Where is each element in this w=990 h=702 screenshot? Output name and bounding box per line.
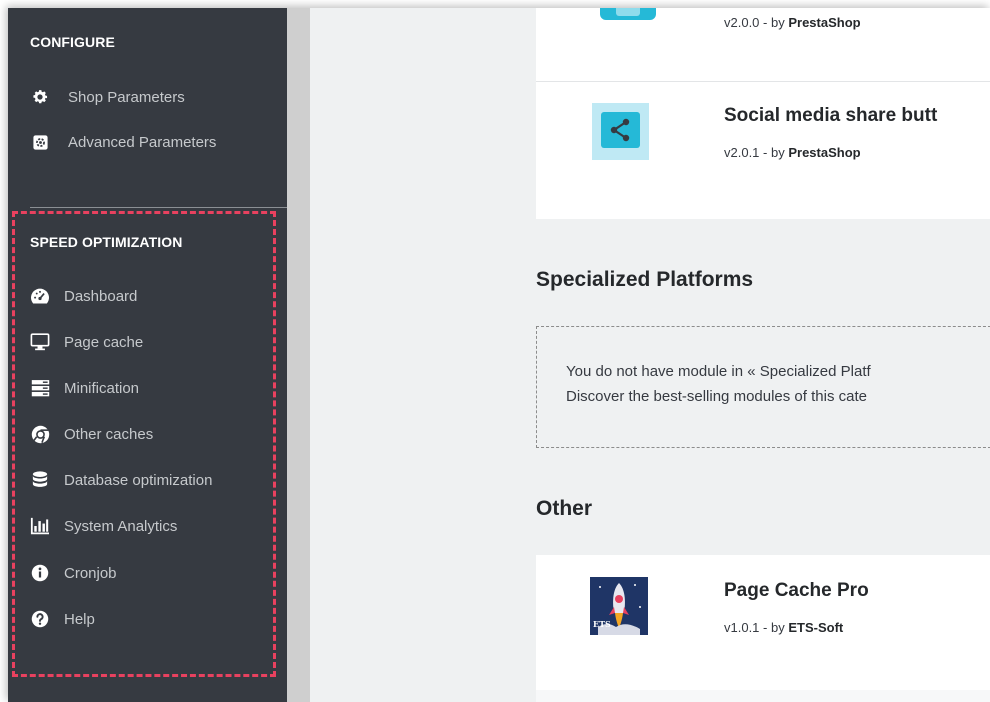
share-module-logo (592, 103, 649, 160)
share-icon (601, 112, 640, 148)
module-card (536, 690, 990, 702)
empty-state-box (536, 326, 990, 448)
module-title[interactable]: Social media share butt (724, 105, 937, 127)
section-heading-specialized-platforms: Specialized Platforms (536, 268, 754, 291)
empty-state-line: Discover the best-selling modules of thi… (566, 388, 867, 405)
sidebar-item-label: Shop Parameters (68, 88, 185, 106)
gear-icon (30, 87, 50, 107)
sidebar-item-label: Advanced Parameters (68, 133, 217, 151)
sidebar-item-advanced-parameters[interactable]: Advanced Parameters (30, 130, 216, 154)
module-author[interactable]: PrestaShop (788, 15, 860, 30)
empty-state-line: You do not have module in « Specialized … (566, 363, 871, 380)
configure-heading: CONFIGURE (30, 34, 115, 50)
module-author[interactable]: ETS-Soft (788, 620, 843, 635)
window-frame: CONFIGURE Shop Parameters Advanced Param… (8, 8, 990, 702)
sidebar-scroll-gutter (287, 8, 310, 702)
page-cache-pro-logo: ETS (590, 577, 648, 635)
module-list: v2.0.0 - by PrestaShop Social media shar… (310, 8, 990, 702)
module-meta: v1.0.1 - by ETS-Soft (724, 620, 844, 635)
module-author[interactable]: PrestaShop (788, 145, 860, 160)
module-logo (600, 8, 656, 20)
settings-box-icon (30, 132, 50, 152)
module-title[interactable]: Page Cache Pro (724, 580, 869, 602)
sidebar-item-shop-parameters[interactable]: Shop Parameters (30, 85, 185, 109)
logo-text: ETS (593, 619, 611, 629)
sidebar-divider (30, 207, 287, 208)
sidebar: CONFIGURE Shop Parameters Advanced Param… (8, 8, 287, 702)
module-meta: v2.0.0 - by PrestaShop (724, 15, 861, 30)
module-meta: v2.0.1 - by PrestaShop (724, 145, 861, 160)
speed-optimization-highlight (12, 211, 276, 677)
section-heading-other: Other (536, 497, 593, 520)
